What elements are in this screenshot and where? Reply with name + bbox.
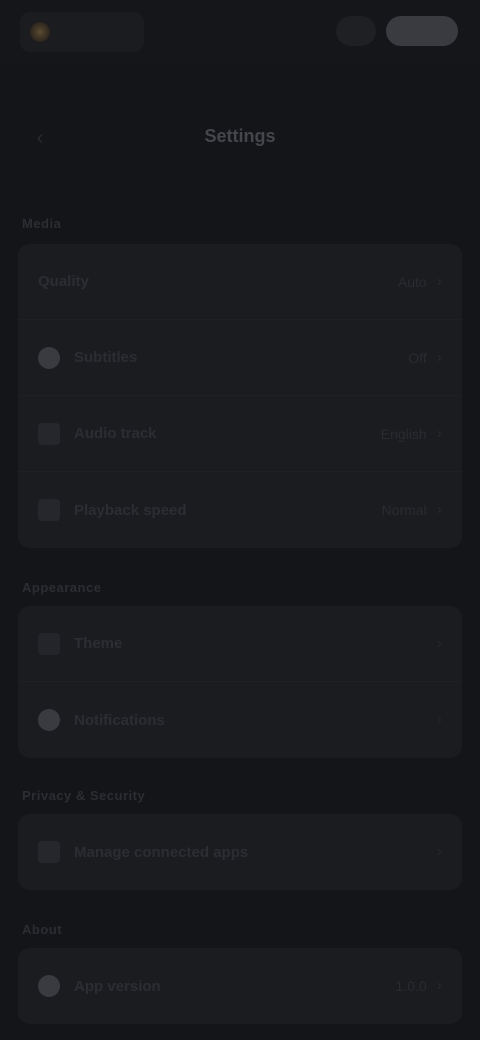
chevron-right-icon: › (436, 843, 442, 860)
settings-row-playback-speed[interactable]: Playback speed Normal › (18, 472, 462, 548)
row-label: Subtitles (74, 349, 138, 366)
top-bar (0, 0, 480, 64)
settings-row-notifications[interactable]: Notifications › (18, 682, 462, 758)
row-label: Audio track (74, 425, 157, 442)
account-icon[interactable] (336, 16, 376, 46)
settings-screen: ‹ Settings Media Quality Auto › Subtitle… (0, 0, 480, 1040)
settings-row-quality[interactable]: Quality Auto › (18, 244, 462, 320)
section-card-privacy: Manage connected apps › (18, 814, 462, 890)
section-card-media: Quality Auto › Subtitles Off › Audio tra… (18, 244, 462, 548)
square-icon (38, 632, 60, 655)
square-icon (38, 499, 60, 521)
row-value: › (437, 711, 442, 729)
section-label-appearance: Appearance (22, 580, 102, 595)
circle-icon (38, 346, 60, 369)
row-value: Normal › (382, 501, 442, 519)
row-value: › (437, 635, 442, 653)
chevron-right-icon: › (436, 272, 442, 290)
section-label-privacy: Privacy & Security (22, 788, 146, 803)
row-value: › (437, 843, 442, 861)
chevron-right-icon: › (436, 501, 442, 518)
row-label: Notifications (74, 711, 165, 729)
circle-icon (38, 975, 60, 997)
page-header: ‹ Settings (0, 110, 480, 166)
square-icon (38, 422, 60, 445)
row-label: App version (74, 977, 161, 995)
settings-row-subtitles[interactable]: Subtitles Off › (18, 320, 462, 396)
settings-row-audio-track[interactable]: Audio track English › (18, 396, 462, 472)
row-value-text: Off (408, 349, 427, 366)
menu-icon[interactable] (386, 16, 458, 46)
row-label: Playback speed (74, 501, 187, 519)
chevron-right-icon: › (436, 977, 442, 994)
row-value: Off › (408, 349, 442, 367)
row-value: English › (381, 425, 442, 443)
row-value-text: 1.0.0 (395, 978, 427, 994)
row-label: Theme (74, 635, 123, 652)
circle-icon (38, 709, 60, 731)
chevron-right-icon: › (436, 711, 442, 728)
section-card-about: App version 1.0.0 › (18, 948, 462, 1024)
row-label: Manage connected apps (74, 843, 249, 861)
chevron-right-icon: › (436, 634, 442, 652)
top-actions (336, 16, 458, 46)
row-value: 1.0.0 › (396, 977, 442, 995)
settings-row-theme[interactable]: Theme › (18, 606, 462, 682)
settings-row-app-version[interactable]: App version 1.0.0 › (18, 948, 462, 1024)
chevron-right-icon: › (436, 424, 442, 442)
section-label-media: Media (22, 216, 62, 231)
page-title: Settings (204, 126, 276, 146)
section-label-about: About (22, 922, 63, 937)
square-icon (38, 841, 60, 863)
section-card-appearance: Theme › Notifications › (18, 606, 462, 758)
row-label: Quality (38, 273, 89, 290)
row-value-text: English (380, 425, 427, 442)
row-value: Auto › (398, 273, 442, 291)
settings-row-connected-apps[interactable]: Manage connected apps › (18, 814, 462, 890)
row-value-text: Normal (381, 502, 427, 518)
brand-logo[interactable] (20, 12, 144, 52)
chevron-right-icon: › (436, 348, 442, 366)
app-logo-icon (30, 22, 50, 42)
row-value-text: Auto (397, 273, 427, 290)
